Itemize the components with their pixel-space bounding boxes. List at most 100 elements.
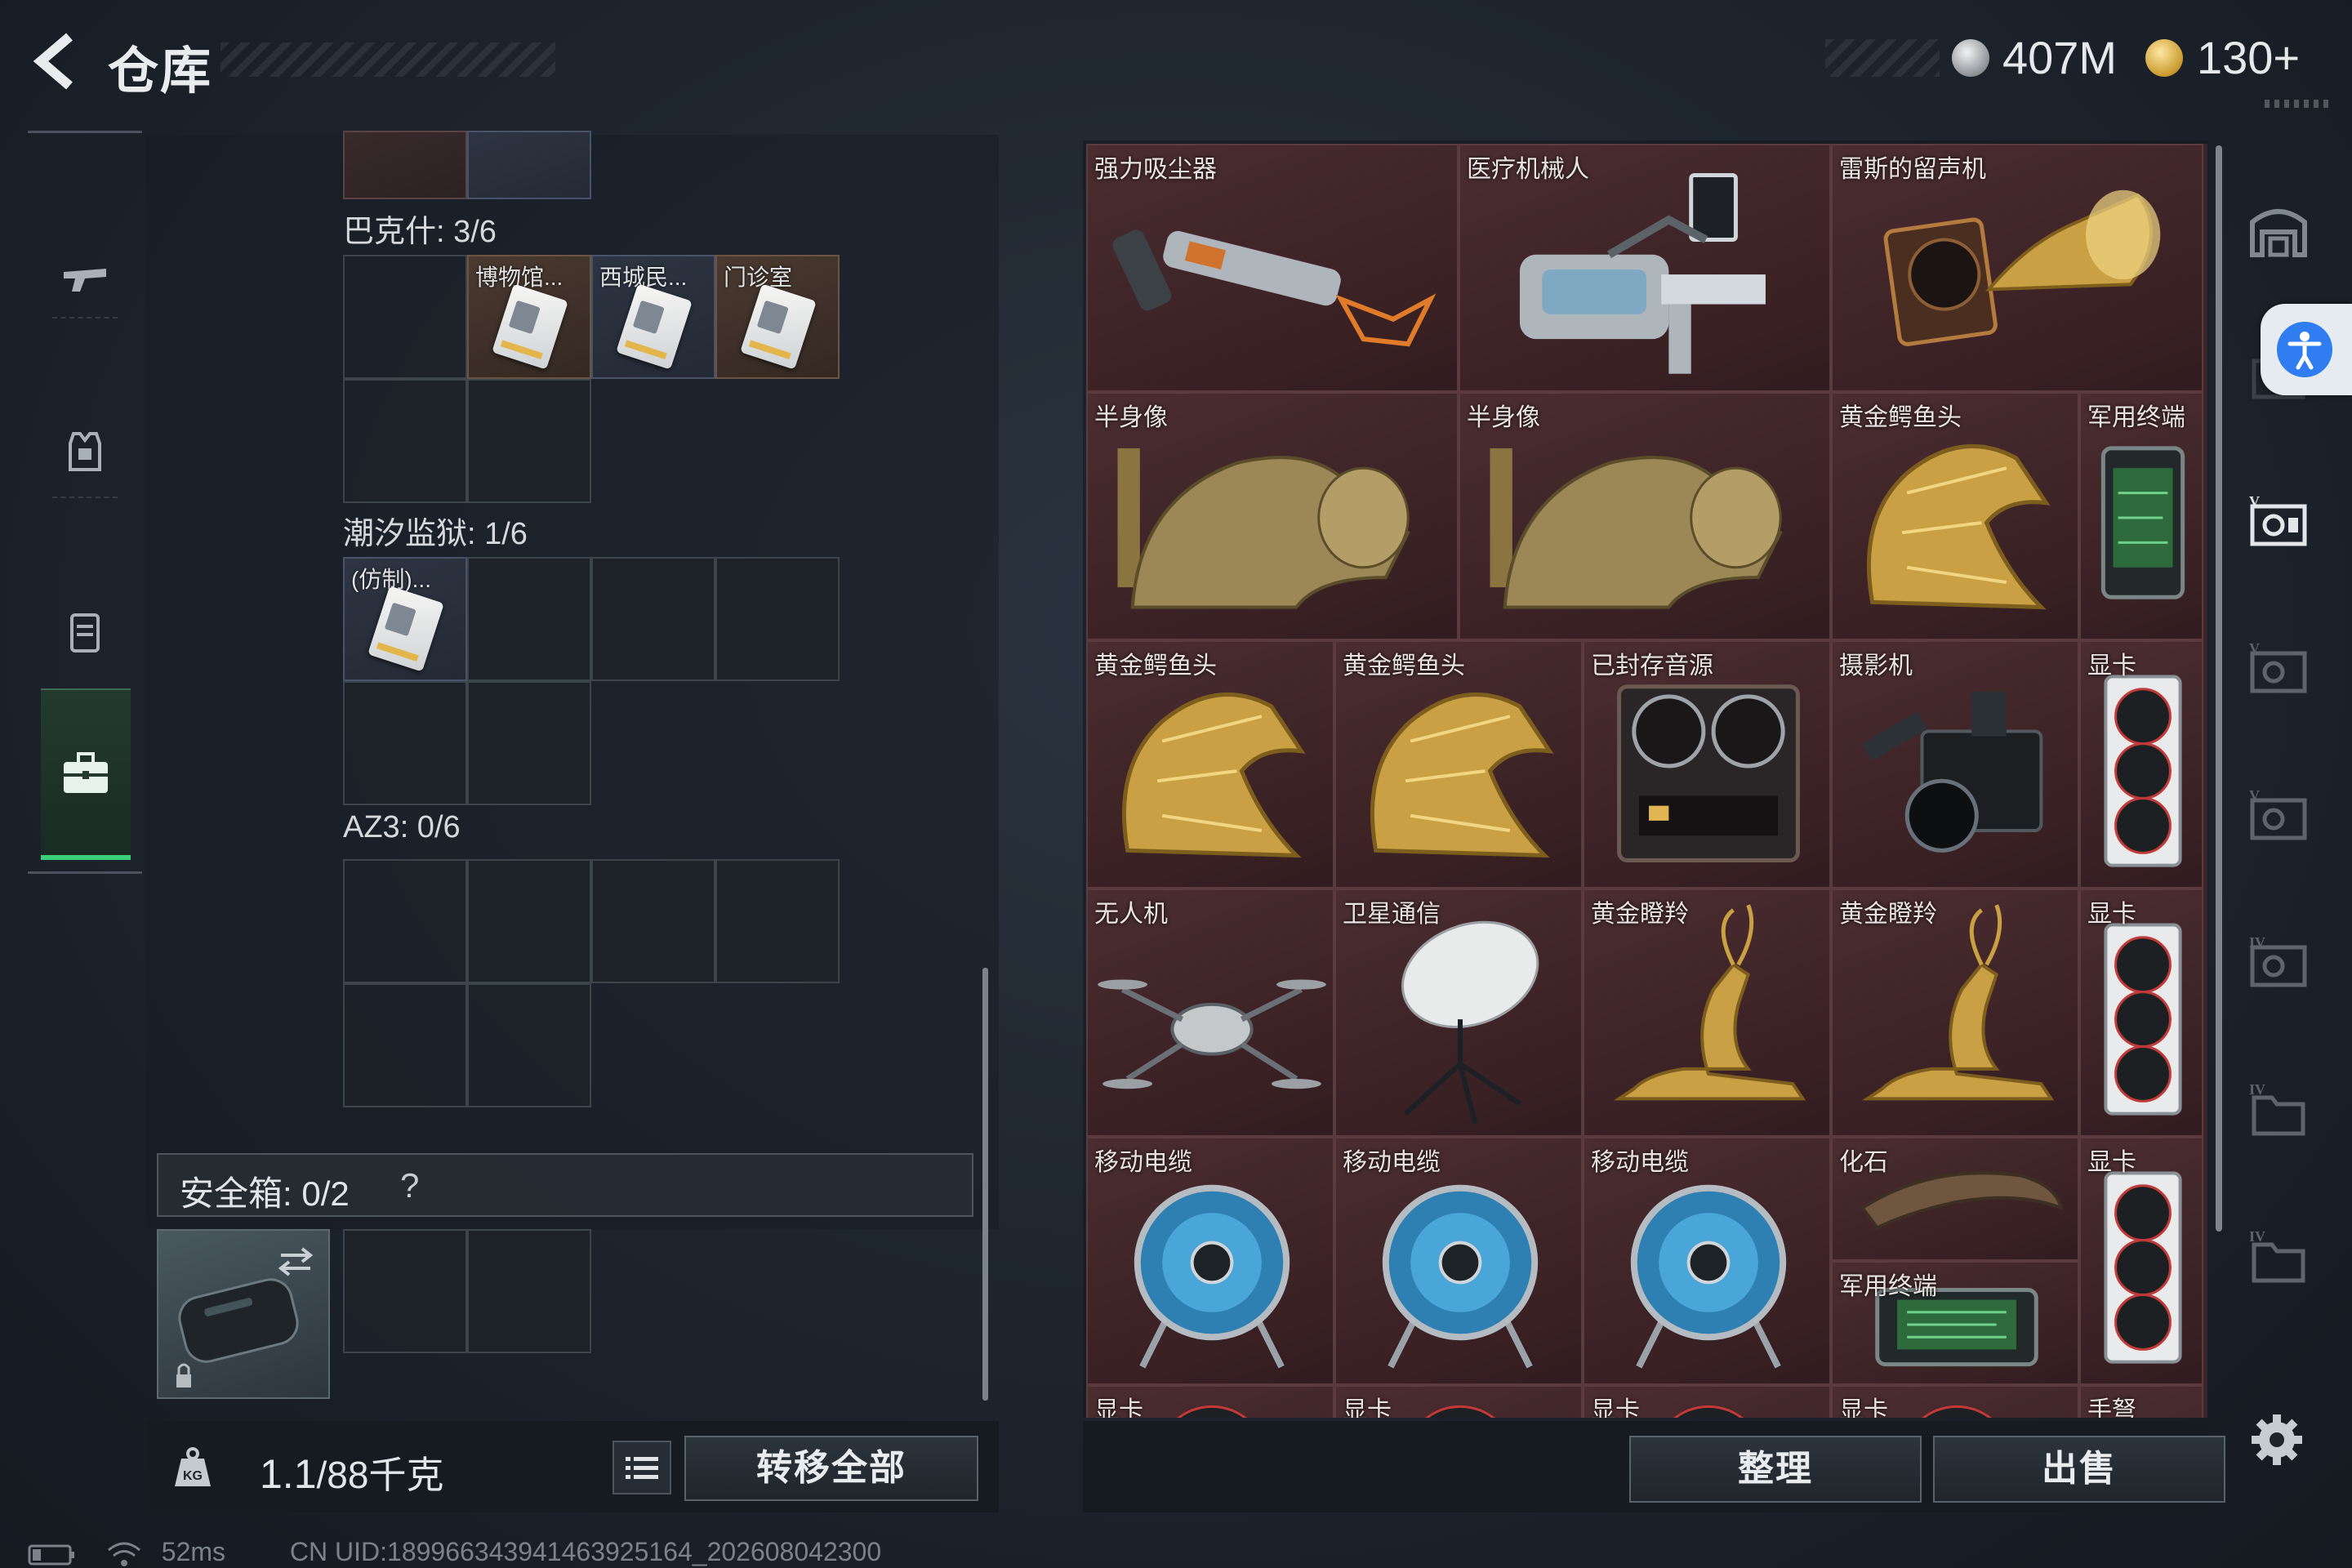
key-slot[interactable] bbox=[715, 557, 840, 681]
weight-kg-icon: KG bbox=[175, 1447, 211, 1486]
key-slot[interactable] bbox=[343, 379, 467, 503]
stash-grid: 强力吸尘器 医疗机械人 雷斯的留声机 半身像 半身像 黄金鳄鱼头 军用终端 黄金… bbox=[1086, 144, 2207, 1418]
back-arrow-icon[interactable] bbox=[24, 29, 90, 94]
svg-text:V: V bbox=[2249, 493, 2260, 510]
stash-item[interactable]: 强力吸尘器 bbox=[1086, 144, 1459, 392]
stash-item[interactable]: 黄金鳄鱼头 bbox=[1334, 640, 1583, 889]
gold-coin-icon[interactable] bbox=[2145, 39, 2183, 77]
filter-tier-2[interactable]: IV bbox=[2225, 900, 2332, 1022]
nav-item-armor[interactable] bbox=[28, 378, 142, 541]
filter-all[interactable] bbox=[2225, 165, 2332, 287]
stash-item-label: 移动电缆 bbox=[1343, 1149, 1441, 1176]
key-slot[interactable] bbox=[467, 983, 591, 1107]
filter-tier-4[interactable]: V bbox=[2225, 606, 2332, 728]
currency-decoration bbox=[1825, 39, 1940, 77]
key-slot[interactable] bbox=[591, 859, 715, 983]
svg-text:V: V bbox=[2249, 787, 2260, 804]
key-slot[interactable] bbox=[467, 379, 591, 503]
key-slot[interactable] bbox=[343, 131, 467, 199]
stash-item[interactable]: 黄金鳄鱼头 bbox=[1086, 640, 1334, 889]
organize-button[interactable]: 整理 bbox=[1629, 1436, 1922, 1503]
stash-item[interactable]: 医疗机械人 bbox=[1459, 144, 1831, 392]
stash-item[interactable]: 卫星通信 bbox=[1334, 889, 1583, 1137]
ping-readout: 52ms bbox=[161, 1537, 226, 1566]
stash-item[interactable]: 移动电缆 bbox=[1086, 1137, 1334, 1385]
stash-item[interactable]: 显卡 bbox=[2079, 640, 2203, 889]
stash-item[interactable]: 手弩 bbox=[2079, 1385, 2203, 1418]
stash-item[interactable]: 半身像 bbox=[1459, 392, 1831, 640]
key-slot[interactable] bbox=[591, 557, 715, 681]
svg-text:IV: IV bbox=[2249, 934, 2265, 951]
key-slot[interactable] bbox=[343, 859, 467, 983]
stash-item[interactable]: 军用终端 bbox=[1831, 1261, 2079, 1385]
stash-item-label: 移动电缆 bbox=[1591, 1149, 1689, 1176]
stash-item[interactable]: 半身像 bbox=[1086, 392, 1459, 640]
list-icon bbox=[626, 1457, 658, 1479]
transfer-all-button[interactable]: 转移全部 bbox=[684, 1436, 978, 1501]
key-slot[interactable] bbox=[343, 681, 467, 805]
stash-item-label: 无人机 bbox=[1094, 901, 1168, 928]
stash-item[interactable]: 已封存音源 bbox=[1583, 640, 1831, 889]
stash-item-label: 手弩 bbox=[2087, 1397, 2136, 1418]
key-slot-filled[interactable]: 博物馆... bbox=[467, 255, 591, 379]
stash-item[interactable]: 显卡 bbox=[1831, 1385, 2079, 1418]
filter-tier-3[interactable]: V bbox=[2225, 753, 2332, 875]
stash-item-label: 显卡 bbox=[1839, 1397, 1888, 1418]
filter-tier-0[interactable]: IV bbox=[2225, 1194, 2332, 1316]
stash-item-label: 半身像 bbox=[1467, 404, 1540, 431]
stash-item[interactable]: 显卡 bbox=[2079, 1137, 2203, 1385]
list-view-button[interactable] bbox=[612, 1441, 671, 1494]
stash-item[interactable]: 显卡 bbox=[1583, 1385, 1831, 1418]
nav-item-weapon[interactable] bbox=[28, 207, 142, 370]
filter-tier-1[interactable]: IV bbox=[2225, 1047, 2332, 1169]
stash-item[interactable]: 显卡 bbox=[1334, 1385, 1583, 1418]
stash-item-label: 摄影机 bbox=[1839, 653, 1913, 679]
filter-tier-5-active[interactable]: V bbox=[2225, 459, 2332, 581]
stash-item-label: 雷斯的留声机 bbox=[1839, 156, 1986, 183]
stash-scrollbar[interactable] bbox=[2216, 145, 2222, 1232]
container-scrollbar[interactable] bbox=[982, 968, 988, 1401]
nav-item-keys-active[interactable] bbox=[41, 688, 131, 860]
stash-item[interactable]: 显卡 bbox=[1086, 1385, 1334, 1418]
stash-item[interactable]: 雷斯的留声机 bbox=[1831, 144, 2203, 392]
stash-item-label: 移动电缆 bbox=[1094, 1149, 1192, 1176]
gold-currency-amount[interactable]: 130+ bbox=[2197, 31, 2300, 84]
key-slot[interactable] bbox=[715, 859, 840, 983]
title-decoration bbox=[220, 42, 555, 77]
key-slot[interactable] bbox=[467, 557, 591, 681]
silver-coin-icon bbox=[1952, 39, 1989, 77]
stash-item-label: 黄金鳄鱼头 bbox=[1343, 653, 1465, 679]
uid-readout: CN UID:1899663439414639251​64_2026080423… bbox=[289, 1537, 882, 1566]
safe-box-slot[interactable] bbox=[343, 1229, 467, 1353]
stash-item[interactable]: 黄金鳄鱼头 bbox=[1831, 392, 2079, 640]
weight-readout: 1.1/88千克 bbox=[260, 1451, 444, 1497]
stash-item[interactable]: 黄金瞪羚 bbox=[1831, 889, 2079, 1137]
key-slot-filled[interactable]: (仿制)... bbox=[343, 557, 467, 681]
key-slot[interactable] bbox=[467, 131, 591, 199]
accessibility-icon bbox=[2277, 322, 2332, 377]
key-slot[interactable] bbox=[343, 255, 467, 379]
stash-item[interactable]: 无人机 bbox=[1086, 889, 1334, 1137]
stash-item[interactable]: 化石 bbox=[1831, 1137, 2079, 1261]
wifi-icon bbox=[107, 1542, 140, 1566]
stash-item[interactable]: 移动电缆 bbox=[1583, 1137, 1831, 1385]
settings-gear-icon[interactable] bbox=[2248, 1411, 2305, 1468]
safe-box-slot[interactable] bbox=[467, 1229, 591, 1353]
key-slot-filled[interactable]: 西城民... bbox=[591, 255, 715, 379]
stash-item[interactable]: 移动电缆 bbox=[1334, 1137, 1583, 1385]
key-slot-filled[interactable]: 门诊室 bbox=[715, 255, 840, 379]
help-icon[interactable]: ? bbox=[400, 1166, 419, 1205]
sell-button[interactable]: 出售 bbox=[1933, 1436, 2225, 1503]
stash-item[interactable]: 摄影机 bbox=[1831, 640, 2079, 889]
accessibility-button[interactable] bbox=[2261, 304, 2352, 395]
safe-box-item[interactable] bbox=[157, 1229, 330, 1399]
section-label-tidal-prison: 潮汐监狱: 1/6 bbox=[343, 517, 528, 551]
folder-tier-icon: IV bbox=[2249, 1228, 2305, 1283]
stash-item[interactable]: 显卡 bbox=[2079, 889, 2203, 1137]
stash-item[interactable]: 军用终端 bbox=[2079, 392, 2203, 640]
stash-item[interactable]: 黄金瞪羚 bbox=[1583, 889, 1831, 1137]
key-slot[interactable] bbox=[467, 859, 591, 983]
vest-icon bbox=[69, 432, 101, 471]
key-slot[interactable] bbox=[467, 681, 591, 805]
key-slot[interactable] bbox=[343, 983, 467, 1107]
